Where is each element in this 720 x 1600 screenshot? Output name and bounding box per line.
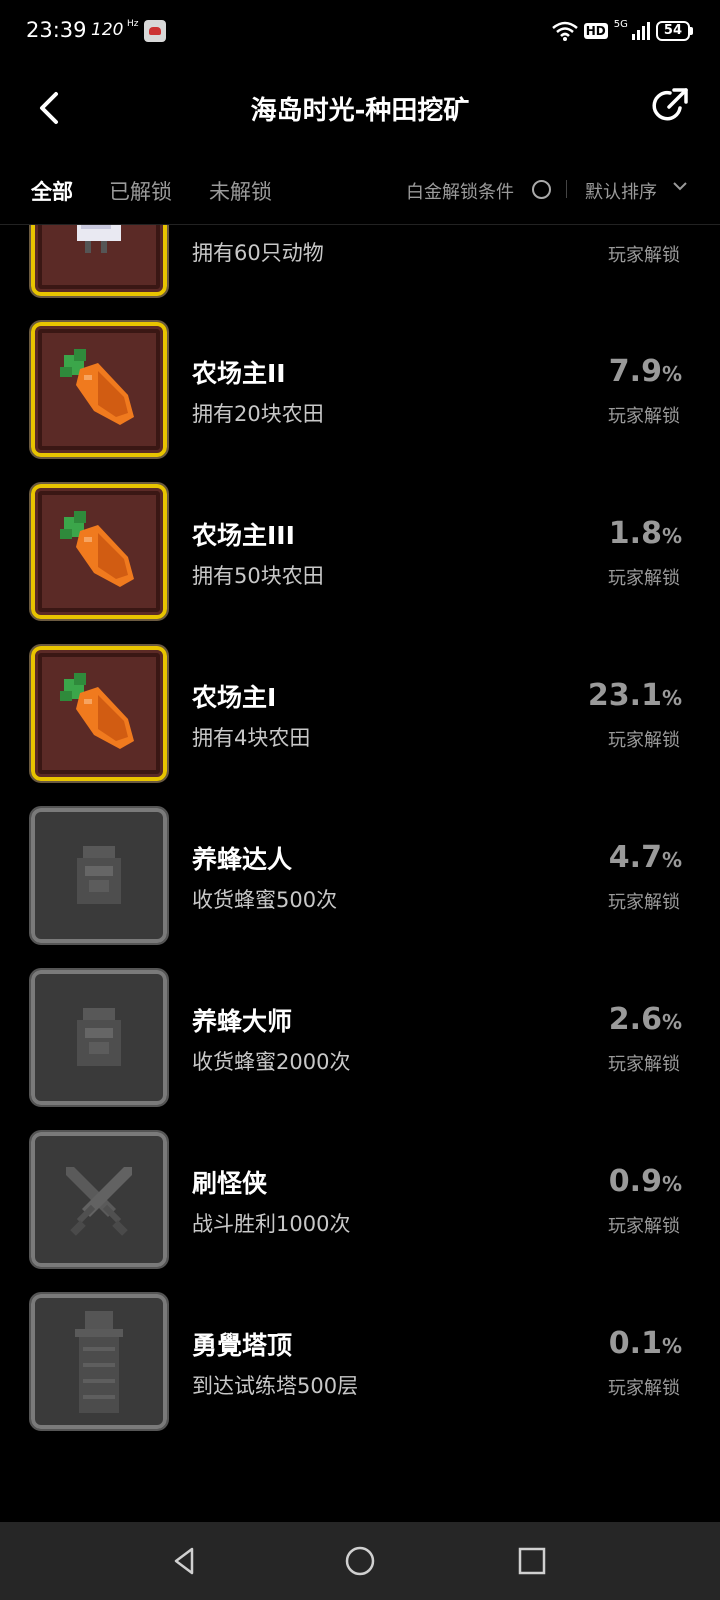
- wifi-icon: [551, 21, 578, 41]
- achievement-tile: [29, 968, 169, 1107]
- tab-locked[interactable]: 未解锁: [209, 176, 272, 206]
- tab-all[interactable]: 全部: [31, 176, 73, 206]
- achievement-name: 农场主III: [192, 521, 295, 550]
- achievement-name: 养蜂达人: [192, 845, 293, 874]
- unlock-percent-label: 玩家解锁: [608, 1378, 680, 1399]
- achievement-row[interactable]: 勇覺塔顶 到达试练塔500层 0.1% 玩家解锁: [0, 1292, 720, 1456]
- achievement-row[interactable]: 养蜂达人 收货蜂蜜500次 4.7% 玩家解锁: [0, 806, 720, 970]
- weather-app-icon: [144, 20, 166, 42]
- nav-recents-icon[interactable]: [515, 1544, 549, 1578]
- header: 海岛时光-种田挖矿: [0, 72, 720, 148]
- tab-unlocked[interactable]: 已解锁: [109, 176, 172, 206]
- achievement-list: 拥有60只动物 玩家解锁 农场主II 拥有20块农田 7.9% 玩家解锁 农场主…: [0, 225, 720, 1521]
- unlock-percent: 1.8%: [608, 516, 682, 551]
- achievement-desc: 到达试练塔500层: [192, 1374, 359, 1398]
- chicken-icon: [77, 225, 121, 253]
- unlock-percent-label: 玩家解锁: [608, 568, 680, 589]
- unlock-percent: 4.7%: [608, 840, 682, 875]
- achievement-desc: 拥有4块农田: [192, 726, 311, 750]
- divider: [566, 180, 567, 198]
- achievement-desc: 拥有20块农田: [192, 402, 324, 426]
- achievement-name: 勇覺塔顶: [192, 1331, 293, 1360]
- platinum-condition-radio[interactable]: [532, 180, 551, 199]
- carrot-icon: [60, 672, 134, 749]
- achievement-desc: 收货蜂蜜500次: [192, 888, 338, 912]
- chevron-down-icon[interactable]: [672, 176, 688, 196]
- achievement-tile: [29, 482, 169, 621]
- refresh-rate: 120: [91, 20, 124, 40]
- hd-badge: HD: [583, 23, 608, 39]
- unlock-percent-label: 玩家解锁: [608, 406, 680, 427]
- nav-back-icon[interactable]: [168, 1544, 202, 1578]
- sort-dropdown[interactable]: 默认排序: [585, 178, 657, 204]
- unlock-percent-label: 玩家解锁: [608, 1216, 680, 1237]
- tower-icon: [75, 1310, 123, 1413]
- achievement-name: 刷怪侠: [192, 1169, 268, 1198]
- share-icon[interactable]: [650, 86, 690, 126]
- achievement-name: 农场主I: [192, 683, 277, 712]
- platinum-condition-label[interactable]: 白金解锁条件: [406, 178, 514, 204]
- battery-icon: 54: [655, 21, 694, 41]
- status-time: 23:39: [26, 18, 87, 42]
- unlock-percent-label: 玩家解锁: [608, 1054, 680, 1075]
- achievement-row[interactable]: 养蜂大师 收货蜂蜜2000次 2.6% 玩家解锁: [0, 968, 720, 1132]
- honey-jar-icon: [77, 1007, 121, 1066]
- achievement-row[interactable]: 农场主I 拥有4块农田 23.1% 玩家解锁: [0, 644, 720, 808]
- achievement-name: 养蜂大师: [192, 1007, 293, 1036]
- signal-icon: [631, 22, 650, 40]
- achievement-tile: [29, 644, 169, 783]
- carrot-icon: [60, 348, 134, 425]
- refresh-rate-unit: Hz: [127, 19, 139, 29]
- unlock-percent: 23.1%: [587, 678, 682, 713]
- honey-jar-icon: [77, 845, 121, 904]
- network-type: 5G: [613, 18, 628, 30]
- unlock-percent: 0.1%: [608, 1326, 682, 1361]
- filter-tabs: 全部 已解锁 未解锁 白金解锁条件 默认排序: [0, 160, 720, 225]
- unlock-percent: 0.9%: [608, 1164, 682, 1199]
- achievement-desc: 收货蜂蜜2000次: [192, 1050, 351, 1074]
- achievement-row[interactable]: 拥有60只动物 玩家解锁: [0, 225, 720, 323]
- status-indicators: HD 5G 54: [551, 18, 694, 44]
- achievement-tile: [29, 320, 169, 459]
- unlock-percent: 2.6%: [608, 1002, 682, 1037]
- crossed-swords-icon: [66, 1166, 132, 1236]
- achievement-row[interactable]: 农场主II 拥有20块农田 7.9% 玩家解锁: [0, 320, 720, 484]
- page-title: 海岛时光-种田挖矿: [250, 96, 470, 126]
- unlock-percent-label: 玩家解锁: [608, 730, 680, 751]
- achievement-desc: 拥有50块农田: [192, 564, 324, 588]
- achievement-name: 农场主II: [192, 359, 286, 388]
- status-bar: 23:39 120 Hz HD 5G 54: [0, 0, 720, 62]
- achievement-tile: [29, 806, 169, 945]
- unlock-percent-label: 玩家解锁: [608, 245, 680, 266]
- nav-home-icon[interactable]: [343, 1544, 377, 1578]
- achievement-tile: [29, 1292, 169, 1431]
- unlock-percent-label: 玩家解锁: [608, 892, 680, 913]
- unlock-percent: 7.9%: [608, 354, 682, 389]
- achievement-row[interactable]: 农场主III 拥有50块农田 1.8% 玩家解锁: [0, 482, 720, 646]
- carrot-icon: [60, 510, 134, 587]
- achievement-desc: 拥有60只动物: [192, 241, 324, 265]
- achievement-tile: [29, 225, 169, 298]
- achievement-desc: 战斗胜利1000次: [192, 1212, 351, 1236]
- achievement-row[interactable]: 刷怪侠 战斗胜利1000次 0.9% 玩家解锁: [0, 1130, 720, 1294]
- achievement-tile: [29, 1130, 169, 1269]
- system-nav-bar: [0, 1522, 720, 1600]
